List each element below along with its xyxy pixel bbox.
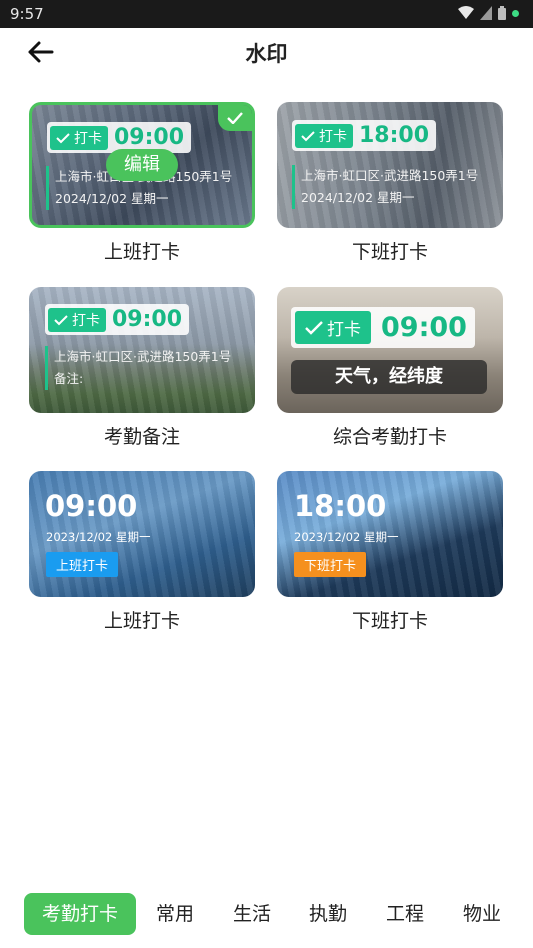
watermark-note: 备注: [54,371,84,386]
watermark-time: 09:00 [381,312,467,343]
header: 水印 [0,28,533,76]
watermark-date: 2024/12/02 星期一 [55,191,169,206]
signal-icon [480,6,492,20]
template-label: 下班打卡 [351,241,428,263]
watermark-time: 09:00 [45,489,138,523]
template-label: 综合考勤打卡 [332,426,447,448]
watermark-address: 上海市·虹口区·武进路150弄1号 [301,168,479,183]
category-tabs: 考勤打卡 常用 生活 执勤 工程 物业 [0,890,533,940]
watermark-time: 09:00 [114,125,185,150]
tab-engineering[interactable]: 工程 [376,893,434,935]
watermark-header: 打卡 09:00 [291,307,475,348]
watermark-details: 上海市·虹口区·武进路150弄1号 备注: [45,346,231,390]
watermark-date: 2024/12/02 星期一 [301,190,415,205]
template-thumbnail[interactable]: 09:00 2023/12/02 星期一 上班打卡 [29,471,255,597]
template-label: 上班打卡 [103,241,180,263]
watermark-header: 打卡 18:00 [292,120,437,151]
template-label: 考勤备注 [103,426,180,448]
battery-icon [498,6,506,20]
selected-badge [218,105,252,131]
watermark-time: 09:00 [112,307,183,332]
check-icon [56,132,70,143]
template-thumbnail[interactable]: 打卡 09:00 天气，经纬度 [277,287,503,413]
wifi-icon [458,6,474,19]
check-icon [54,314,68,325]
watermark-time: 18:00 [294,489,387,523]
edit-button[interactable]: 编辑 [106,149,178,181]
watermark-tag: 打卡 [50,125,108,150]
tab-property[interactable]: 物业 [453,893,511,935]
watermark-tag: 打卡 [48,307,106,332]
watermark-tag: 打卡 [295,123,353,148]
notification-dot-icon [512,9,519,17]
template-card[interactable]: 09:00 2023/12/02 星期一 上班打卡 上班打卡 [29,471,255,633]
template-card[interactable]: 18:00 2023/12/02 星期一 下班打卡 下班打卡 [277,471,503,633]
check-icon [301,130,315,141]
template-thumbnail[interactable]: 打卡 09:00 上海市·虹口区·武进路150弄1号 2024/12/02 星期… [29,102,255,228]
watermark-date: 2023/12/02 星期一 [46,530,151,544]
template-thumbnail[interactable]: 打卡 18:00 上海市·虹口区·武进路150弄1号 2024/12/02 星期… [277,102,503,228]
page-title: 水印 [245,42,288,66]
watermark-date: 2023/12/02 星期一 [294,530,399,544]
watermark-tag: 打卡 [295,311,371,344]
weather-coordinates: 天气，经纬度 [291,360,487,394]
shift-badge: 下班打卡 [294,552,367,577]
watermark-header: 打卡 09:00 [45,304,190,335]
tab-attendance[interactable]: 考勤打卡 [24,893,136,935]
status-icons [458,6,519,20]
tab-duty[interactable]: 执勤 [299,893,357,935]
watermark-details: 上海市·虹口区·武进路150弄1号 2024/12/02 星期一 [292,165,478,209]
status-bar: 9:57 [0,0,533,28]
check-icon [305,320,323,335]
tab-life[interactable]: 生活 [223,893,281,935]
template-card[interactable]: 打卡 09:00 上海市·虹口区·武进路150弄1号 备注: 考勤备注 [29,287,255,449]
watermark-address: 上海市·虹口区·武进路150弄1号 [54,349,232,364]
status-time: 9:57 [10,5,44,23]
template-card[interactable]: 打卡 09:00 上海市·虹口区·武进路150弄1号 2024/12/02 星期… [29,102,255,264]
tab-common[interactable]: 常用 [146,893,204,935]
watermark-time: 18:00 [359,123,430,148]
shift-badge: 上班打卡 [46,552,119,577]
template-card[interactable]: 打卡 09:00 天气，经纬度 综合考勤打卡 [277,287,503,449]
check-icon [227,112,243,124]
template-label: 上班打卡 [103,610,180,632]
template-card[interactable]: 打卡 18:00 上海市·虹口区·武进路150弄1号 2024/12/02 星期… [277,102,503,264]
template-thumbnail[interactable]: 打卡 09:00 上海市·虹口区·武进路150弄1号 备注: [29,287,255,413]
template-thumbnail[interactable]: 18:00 2023/12/02 星期一 下班打卡 [277,471,503,597]
template-label: 下班打卡 [351,610,428,632]
